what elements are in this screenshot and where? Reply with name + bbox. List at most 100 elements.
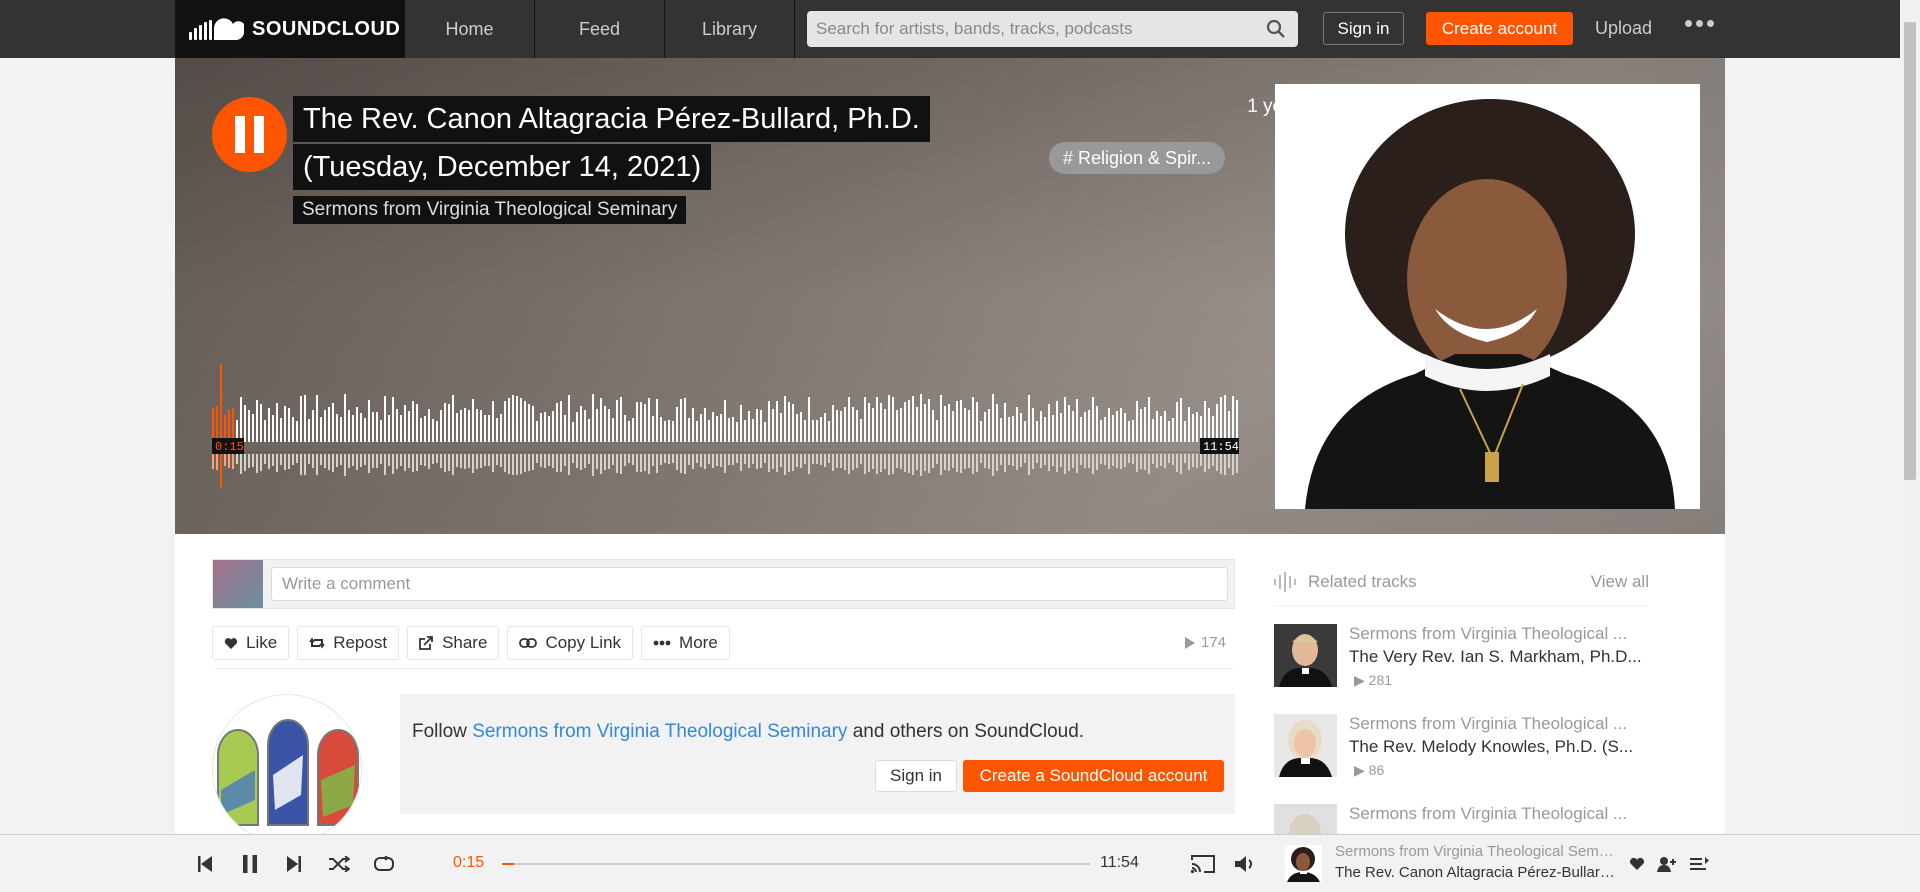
more-label: More (679, 633, 718, 652)
now-playing-artist[interactable]: Sermons from Virginia Theological Semina… (1335, 843, 1615, 860)
related-track-thumbnail[interactable] (1274, 714, 1337, 777)
repeat-button[interactable] (371, 851, 397, 877)
now-playing-title[interactable]: The Rev. Canon Altagracia Pérez-Bullard,… (1335, 864, 1615, 881)
track-artist-link[interactable]: Sermons from Virginia Theological Semina… (293, 196, 687, 224)
previous-button[interactable] (192, 851, 218, 877)
waveform-bar (664, 421, 666, 442)
pause-button[interactable] (212, 97, 287, 172)
waveform-duration: 11:54 (1203, 440, 1239, 454)
waveform-bar (520, 398, 522, 442)
waveform-bar (1044, 417, 1046, 442)
waveform-reflection-bar (248, 454, 250, 468)
now-playing-like-button[interactable] (1624, 851, 1650, 877)
scrollbar-thumb[interactable] (1904, 22, 1916, 480)
waveform-bar (584, 410, 586, 442)
waveform-bar (816, 420, 818, 442)
related-track-thumbnail[interactable] (1274, 624, 1337, 687)
related-track-item[interactable]: Sermons from Virginia Theological ... Th… (1274, 606, 1649, 696)
waveform[interactable]: 0:15 11:54 (212, 364, 1239, 488)
header-create-account-button[interactable]: Create account (1426, 12, 1573, 45)
follow-artist-link[interactable]: Sermons from Virginia Theological Semina… (472, 721, 847, 742)
waveform-reflection-bar (508, 454, 510, 474)
waveform-bar (700, 414, 702, 442)
create-soundcloud-account-button[interactable]: Create a SoundCloud account (963, 760, 1224, 792)
nav-feed[interactable]: Feed (535, 0, 665, 58)
search-icon[interactable] (1266, 19, 1286, 39)
waveform-reflection-bar (716, 454, 718, 466)
waveform-bar (852, 407, 854, 442)
waveform-reflection-bar (816, 454, 818, 464)
related-track-artist[interactable]: Sermons from Virginia Theological ... (1349, 804, 1649, 824)
now-playing-thumbnail[interactable] (1285, 845, 1322, 882)
waveform-reflection-bar (1116, 454, 1118, 468)
waveform-reflection-bar (688, 454, 690, 465)
waveform-reflection-bar (612, 454, 614, 465)
waveform-reflection-bar (280, 454, 282, 465)
genre-tag[interactable]: # Religion & Spir... (1049, 142, 1226, 174)
comment-input[interactable] (271, 567, 1228, 601)
waveform-reflection-bar (992, 454, 994, 476)
waveform-bar (384, 396, 386, 442)
related-track-item[interactable]: Sermons from Virginia Theological ... Th… (1274, 696, 1649, 786)
waveform-bar (896, 410, 898, 442)
waveform-reflection-bar (1236, 454, 1238, 473)
nav-library[interactable]: Library (665, 0, 795, 58)
volume-button[interactable] (1233, 851, 1259, 877)
waveform-reflection-bar (340, 454, 342, 465)
waveform-bar (748, 411, 750, 442)
waveform-reflection-bar (344, 454, 346, 476)
cast-button[interactable] (1190, 851, 1216, 877)
waveform-reflection-bar (496, 454, 498, 465)
waveform-bar (704, 408, 706, 442)
waveform-reflection-bar (812, 454, 814, 464)
waveform-reflection-bar (836, 454, 838, 468)
volume-icon (1235, 856, 1252, 872)
waveform-bar (588, 419, 590, 442)
waveform-reflection-bar (360, 454, 362, 467)
related-track-title[interactable]: The Rev. Melody Knowles, Ph.D. (S... (1349, 737, 1649, 757)
share-button[interactable]: Share (407, 626, 500, 660)
copy-link-button[interactable]: Copy Link (507, 626, 634, 660)
upload-link[interactable]: Upload (1595, 18, 1652, 39)
follow-sign-in-button[interactable]: Sign in (875, 760, 957, 792)
waveform-reflection-bar (500, 454, 502, 467)
waveform-bar (612, 418, 614, 442)
waveform-bar (836, 410, 838, 442)
player-pause-button[interactable] (237, 851, 263, 877)
waveform-bar (640, 402, 642, 442)
related-track-artist[interactable]: Sermons from Virginia Theological ... (1349, 714, 1649, 734)
soundcloud-logo[interactable]: SOUNDCLOUD (175, 0, 405, 58)
shuffle-button[interactable] (326, 851, 352, 877)
waveform-reflection-bar (568, 454, 570, 475)
waveform-bar (960, 400, 962, 442)
repost-button[interactable]: Repost (297, 626, 400, 660)
waveform-reflection-bar (484, 454, 486, 466)
page-scrollbar[interactable] (1900, 0, 1920, 834)
waveform-reflection-bar (1148, 454, 1150, 474)
waveform-reflection-bar (740, 454, 742, 471)
search-input[interactable] (807, 12, 1247, 46)
more-menu-icon[interactable] (1685, 20, 1714, 27)
queue-button[interactable] (1687, 851, 1713, 877)
follow-artist-button[interactable] (1654, 851, 1680, 877)
waveform-bar (956, 401, 958, 442)
header-sign-in-button[interactable]: Sign in (1323, 12, 1404, 45)
player-progress-bar[interactable] (502, 863, 1090, 865)
related-track-title[interactable]: The Very Rev. Ian S. Markham, Ph.D... (1349, 647, 1649, 667)
waveform-reflection-bar (464, 454, 466, 469)
waveform-reflection-bar (1084, 454, 1086, 468)
related-track-artist[interactable]: Sermons from Virginia Theological ... (1349, 624, 1649, 644)
next-button[interactable] (281, 851, 307, 877)
nav-home[interactable]: Home (405, 0, 535, 58)
waveform-bar (980, 421, 982, 442)
artist-avatar[interactable] (212, 694, 362, 844)
more-button[interactable]: More (641, 626, 730, 660)
waveform-bar (680, 399, 682, 442)
waveform-reflection-bar (416, 454, 418, 471)
waveform-reflection-bar (724, 454, 726, 473)
like-button[interactable]: Like (212, 626, 290, 660)
view-all-link[interactable]: View all (1591, 572, 1649, 592)
waveform-bar (1020, 413, 1022, 442)
waveform-bar (916, 407, 918, 442)
waveform-reflection-bar (448, 454, 450, 471)
